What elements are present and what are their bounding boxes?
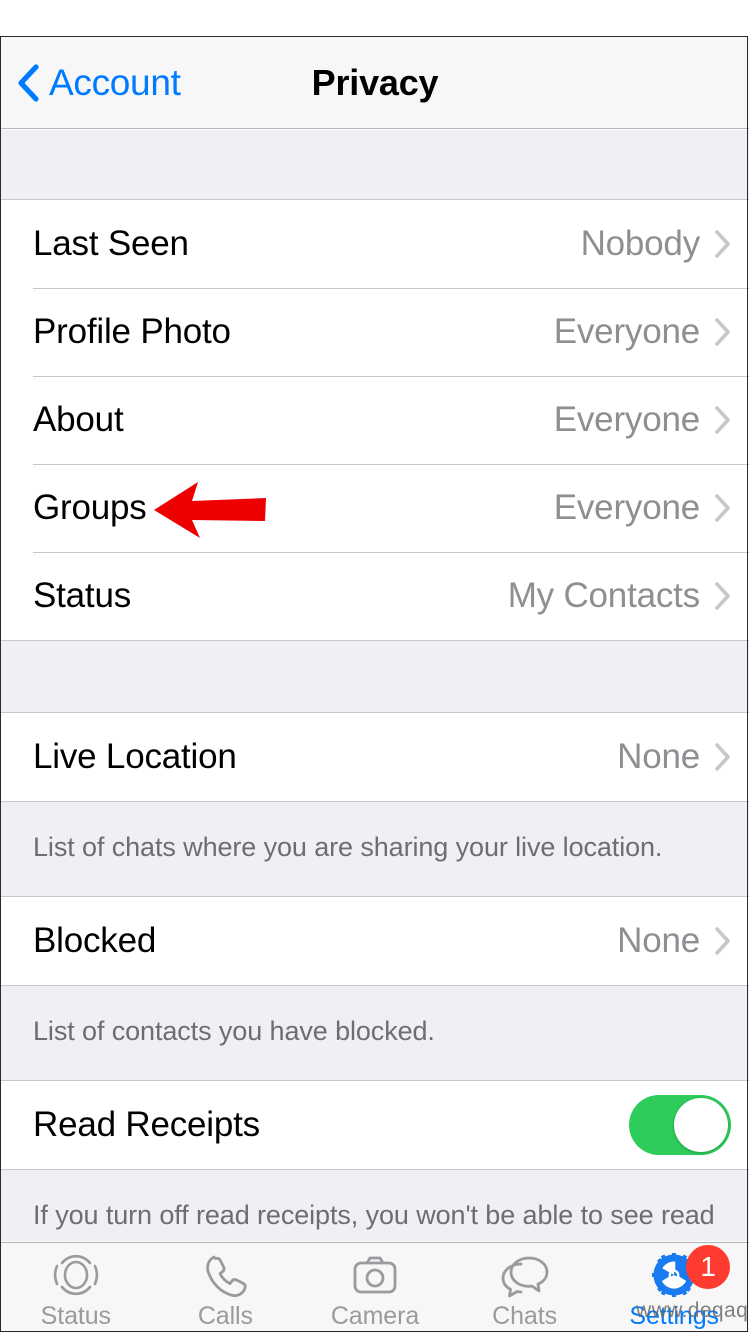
tab-label: Calls <box>197 1302 253 1330</box>
section-gap <box>1 641 749 712</box>
section-gap <box>1 130 749 199</box>
page-title: Privacy <box>311 61 439 103</box>
row-accessory: Everyone <box>554 400 731 440</box>
chevron-right-icon <box>715 318 730 346</box>
tab-label: Chats <box>492 1302 557 1330</box>
row-label: Last Seen <box>33 224 189 263</box>
footer-text: List of contacts you have blocked. <box>33 1016 435 1046</box>
row-status[interactable]: Status My Contacts <box>1 552 749 640</box>
row-label: Status <box>33 576 132 615</box>
privacy-section-visibility: Last Seen Nobody Profile Photo Everyone <box>1 199 749 641</box>
chevron-right-icon <box>715 743 730 771</box>
chevron-right-icon <box>715 494 730 522</box>
privacy-section-blocked: Blocked None <box>1 896 749 986</box>
tab-calls[interactable]: Calls <box>151 1243 301 1333</box>
row-label: Live Location <box>33 737 237 776</box>
speech-bubbles-icon <box>501 1256 548 1298</box>
footer-blocked: List of contacts you have blocked. <box>1 986 749 1080</box>
phone-handset-icon <box>206 1255 248 1297</box>
read-receipts-toggle[interactable] <box>629 1095 731 1155</box>
row-value: None <box>617 921 700 960</box>
tab-chats[interactable]: Chats <box>450 1243 600 1333</box>
row-live-location[interactable]: Live Location None <box>1 713 749 801</box>
row-blocked[interactable]: Blocked None <box>1 897 749 985</box>
row-profile-photo[interactable]: Profile Photo Everyone <box>1 288 749 376</box>
row-value: Nobody <box>580 224 701 263</box>
row-value: Everyone <box>553 312 700 351</box>
status-rings-icon <box>53 1254 98 1296</box>
chevron-right-icon <box>715 927 730 955</box>
top-white-strip <box>0 0 750 36</box>
row-value: Everyone <box>553 400 700 439</box>
row-label: About <box>33 400 124 439</box>
row-groups[interactable]: Groups Everyone <box>1 464 749 552</box>
privacy-section-live-location: Live Location None <box>1 712 749 802</box>
row-value: Everyone <box>553 488 700 527</box>
row-read-receipts[interactable]: Read Receipts <box>1 1081 749 1169</box>
row-about[interactable]: About Everyone <box>1 376 749 464</box>
row-accessory: None <box>617 921 731 961</box>
row-label: Blocked <box>33 921 157 960</box>
footer-live-location: List of chats where you are sharing your… <box>1 802 749 896</box>
tab-camera[interactable]: Camera <box>300 1243 450 1333</box>
footer-read-receipts: If you turn off read receipts, you won't… <box>1 1170 749 1241</box>
phone-screen: Account Privacy Last Seen Nobody Profile… <box>0 0 750 1334</box>
toggle-knob <box>674 1098 728 1152</box>
tab-label: Settings <box>629 1302 719 1330</box>
camera-icon <box>353 1256 397 1294</box>
row-last-seen[interactable]: Last Seen Nobody <box>1 200 749 288</box>
footer-text: If you turn off read receipts, you won't… <box>33 1200 715 1241</box>
row-accessory: Everyone <box>554 312 731 352</box>
row-accessory <box>629 1095 731 1155</box>
footer-text: List of chats where you are sharing your… <box>33 832 663 862</box>
chevron-right-icon <box>715 406 730 434</box>
privacy-section-read-receipts: Read Receipts <box>1 1080 749 1170</box>
tab-settings[interactable]: Settings 1 <box>599 1243 749 1333</box>
navigation-bar: Account Privacy <box>1 37 749 129</box>
row-value: My Contacts <box>507 576 701 615</box>
row-accessory: None <box>617 737 731 777</box>
tab-bar: Status Calls Camera Chats Settings 1 <box>1 1242 749 1333</box>
chevron-right-icon <box>715 582 730 610</box>
chevron-right-icon <box>715 230 730 258</box>
row-value: None <box>617 737 700 776</box>
row-accessory: My Contacts <box>508 576 731 616</box>
settings-list[interactable]: Last Seen Nobody Profile Photo Everyone <box>1 130 749 1241</box>
row-label: Groups <box>33 488 147 527</box>
row-accessory: Nobody <box>581 224 731 264</box>
row-accessory: Everyone <box>554 488 731 528</box>
row-label: Read Receipts <box>33 1105 260 1144</box>
settings-badge: 1 <box>686 1245 731 1289</box>
tab-label: Status <box>40 1302 111 1330</box>
row-label: Profile Photo <box>33 312 231 351</box>
tab-status[interactable]: Status <box>1 1243 151 1333</box>
tab-label: Camera <box>330 1302 420 1330</box>
